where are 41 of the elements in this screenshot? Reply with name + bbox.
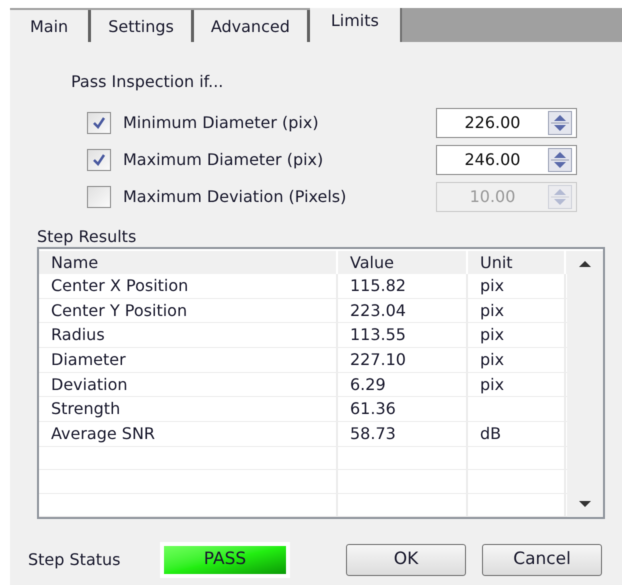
status-label: Step Status <box>28 549 122 571</box>
spin-arrows-icon[interactable] <box>548 148 572 172</box>
tab[interactable]: Advanced <box>194 10 310 42</box>
status-indicator: PASS <box>160 542 290 578</box>
checkbox-label: Minimum Diameter (pix) <box>123 112 320 134</box>
check-icon <box>91 152 107 166</box>
scroll-down-icon[interactable] <box>579 501 591 507</box>
checkbox[interactable] <box>87 148 111 170</box>
table-cell: 6.29 <box>338 372 468 396</box>
tab[interactable]: Limits <box>310 8 402 42</box>
table-cell: Strength <box>39 397 338 422</box>
table-cell: 223.04 <box>338 298 468 322</box>
checkbox-label: Maximum Diameter (pix) <box>123 148 324 170</box>
table-cell: Diameter <box>39 348 338 372</box>
tab[interactable]: Main <box>10 10 92 42</box>
scroll-up-icon[interactable] <box>579 261 591 267</box>
spin-box[interactable]: 246.00 <box>436 144 577 174</box>
check-icon <box>91 116 107 130</box>
table-cell: Center X Position <box>39 274 338 298</box>
dialog-button[interactable]: Cancel <box>482 544 602 576</box>
tab[interactable]: Settings <box>91 10 194 42</box>
spin-arrows-icon[interactable] <box>548 110 572 134</box>
spin-box[interactable]: 226.00 <box>436 108 577 138</box>
table-cell: Average SNR <box>39 422 338 446</box>
table-cell: Center Y Position <box>39 298 338 322</box>
table-cell: 227.10 <box>338 348 468 372</box>
table-cell: 61.36 <box>338 397 468 422</box>
column-header[interactable]: Value <box>338 251 468 274</box>
section-heading: Step Results <box>37 226 138 247</box>
section-heading: Pass Inspection if... <box>71 71 224 93</box>
dialog-button[interactable]: OK <box>346 544 466 576</box>
checkbox-label: Maximum Deviation (Pixels) <box>123 186 348 208</box>
table-cell: 115.82 <box>338 274 468 298</box>
checkbox[interactable] <box>87 112 111 134</box>
table-cell: 58.73 <box>338 422 468 446</box>
table-cell: 113.55 <box>338 323 468 348</box>
checkbox[interactable] <box>87 186 111 208</box>
table-cell: Radius <box>39 323 338 348</box>
table-cell: Deviation <box>39 372 338 396</box>
column-header[interactable]: Name <box>39 251 338 274</box>
scrollbar[interactable] <box>567 251 603 517</box>
